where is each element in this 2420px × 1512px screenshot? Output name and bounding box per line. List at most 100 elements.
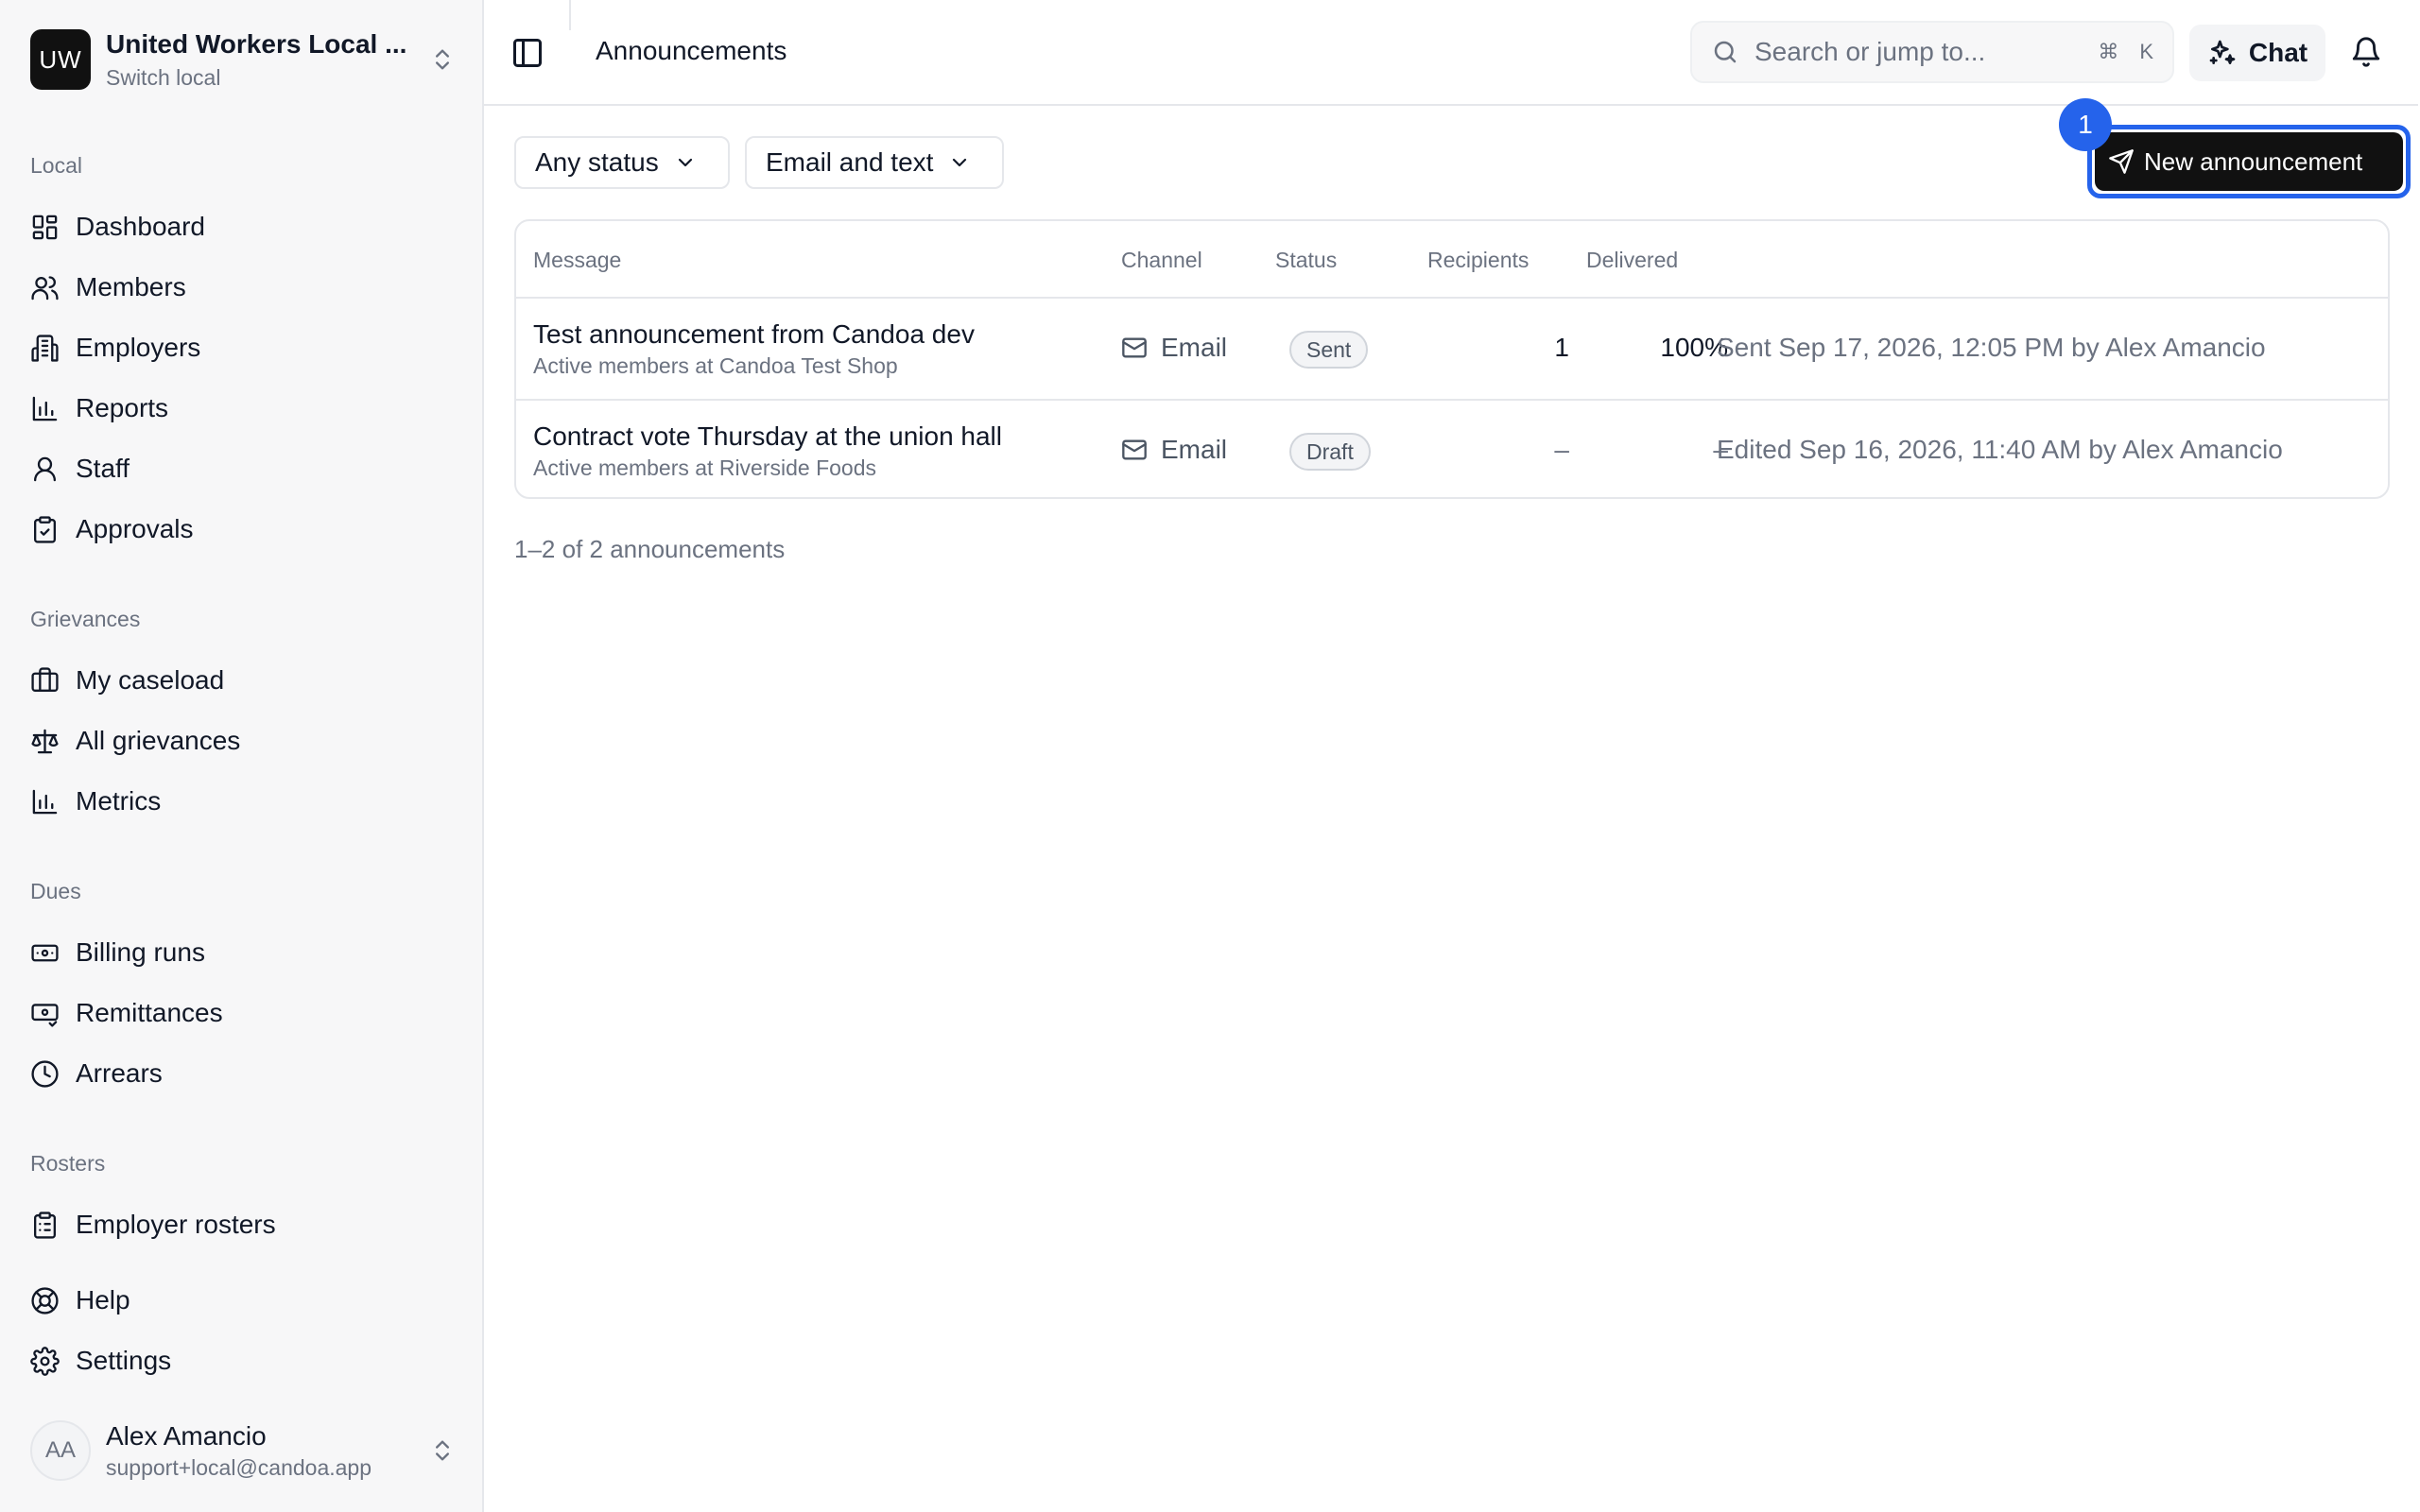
recipients-count: 1 bbox=[1554, 333, 1569, 362]
column-header-delivered[interactable]: Delivered bbox=[1586, 248, 1678, 273]
sparkles-icon bbox=[2209, 40, 2236, 64]
mail-icon bbox=[1122, 439, 1147, 460]
users-icon bbox=[31, 275, 59, 300]
clock-icon bbox=[31, 1059, 59, 1088]
user-menu[interactable]: AA Alex Amancio support+local@candoa.app bbox=[30, 1419, 456, 1482]
building-icon bbox=[31, 334, 59, 362]
sidebar-item-dashboard[interactable]: Dashboard bbox=[30, 203, 446, 250]
column-header-recipients[interactable]: Recipients bbox=[1427, 248, 1529, 273]
divider bbox=[569, 0, 571, 30]
sidebar-item-arrears[interactable]: Arrears bbox=[30, 1050, 446, 1097]
search-input[interactable]: Search or jump to... ⌘ K bbox=[1690, 21, 2174, 83]
sidebar-item-billing-runs[interactable]: Billing runs bbox=[30, 929, 446, 976]
status-filter-value: Any status bbox=[535, 147, 659, 177]
sidebar-item-label: Remittances bbox=[76, 998, 223, 1027]
org-switch-label: Switch local bbox=[106, 64, 221, 90]
column-header-message[interactable]: Message bbox=[533, 248, 621, 273]
sidebar-item-label: Approvals bbox=[76, 514, 194, 543]
sidebar-item-label: Billing runs bbox=[76, 937, 205, 967]
sidebar-item-settings[interactable]: Settings bbox=[30, 1337, 446, 1384]
clipboard-list-icon bbox=[34, 1211, 56, 1239]
sidebar-item-employer-rosters[interactable]: Employer rosters bbox=[30, 1201, 446, 1248]
sidebar-item-all-grievances[interactable]: All grievances bbox=[30, 717, 446, 765]
table-row[interactable]: Contract vote Thursday at the union hall… bbox=[516, 399, 2388, 497]
chevron-up-down-icon bbox=[436, 1440, 449, 1461]
clipboard-check-icon bbox=[34, 515, 56, 543]
sidebar-toggle-icon[interactable] bbox=[510, 36, 544, 70]
sidebar-item-label: Metrics bbox=[76, 786, 162, 816]
sidebar-item-label: Dashboard bbox=[76, 212, 205, 241]
main-content: Announcements Search or jump to... ⌘ K C… bbox=[484, 0, 2420, 1512]
channel-cell: Email bbox=[1121, 333, 1227, 363]
chevron-down-icon bbox=[953, 158, 967, 167]
channel-filter-dropdown[interactable]: Email and text bbox=[745, 136, 1004, 189]
status-badge: Sent bbox=[1289, 331, 1369, 369]
sidebar-item-label: Staff bbox=[76, 454, 130, 483]
status-filter-dropdown[interactable]: Any status bbox=[514, 136, 730, 189]
briefcase-icon bbox=[31, 666, 59, 692]
table-header: Message Channel Status Recipients Delive… bbox=[516, 221, 2388, 299]
banknote-icon bbox=[31, 944, 59, 961]
mail-icon bbox=[1122, 337, 1147, 358]
gear-icon bbox=[30, 1346, 60, 1376]
channel-cell: Email bbox=[1121, 435, 1227, 465]
org-switcher[interactable]: UW United Workers Local ... Switch local bbox=[30, 28, 456, 91]
section-label-local: Local bbox=[30, 153, 82, 178]
bell-icon[interactable] bbox=[2350, 36, 2382, 68]
pagination-summary: 1–2 of 2 announcements bbox=[514, 535, 786, 563]
event-text: Edited Sep 16, 2026, 11:40 AM by Alex Am… bbox=[1717, 435, 2283, 464]
chevron-up-down-icon bbox=[436, 49, 449, 70]
message-audience: Active members at Riverside Foods bbox=[533, 455, 877, 480]
channel-filter-value: Email and text bbox=[766, 147, 934, 177]
sidebar-item-members[interactable]: Members bbox=[30, 264, 446, 311]
sidebar-item-help[interactable]: Help bbox=[30, 1277, 446, 1324]
sidebar-item-label: Employers bbox=[76, 333, 201, 362]
delivered-percent: – bbox=[1713, 435, 1728, 464]
org-logo: UW bbox=[30, 29, 91, 90]
dashboard-icon bbox=[32, 215, 58, 239]
chat-button[interactable]: Chat bbox=[2189, 25, 2325, 81]
channel-label: Email bbox=[1161, 333, 1228, 362]
org-name: United Workers Local ... bbox=[106, 28, 407, 59]
sidebar-item-employers[interactable]: Employers bbox=[30, 324, 446, 371]
event-text: Sent Sep 17, 2026, 12:05 PM by Alex Aman… bbox=[1717, 333, 2266, 362]
section-label-rosters: Rosters bbox=[30, 1151, 106, 1176]
sidebar-item-label: Employer rosters bbox=[76, 1210, 276, 1239]
new-announcement-label: New announcement bbox=[2144, 146, 2363, 176]
sidebar-item-approvals[interactable]: Approvals bbox=[30, 506, 446, 553]
recipients-count: – bbox=[1554, 435, 1569, 464]
chat-button-label: Chat bbox=[2248, 38, 2308, 67]
message-title[interactable]: Contract vote Thursday at the union hall bbox=[533, 421, 1002, 452]
sidebar-item-staff[interactable]: Staff bbox=[30, 445, 446, 492]
sidebar-item-reports[interactable]: Reports bbox=[30, 385, 446, 432]
sidebar-item-label: Reports bbox=[76, 393, 169, 422]
sidebar: UW United Workers Local ... Switch local… bbox=[0, 0, 484, 1512]
column-header-channel[interactable]: Channel bbox=[1121, 248, 1202, 273]
table-row[interactable]: Test announcement from Candoa dev Active… bbox=[516, 299, 2388, 399]
chevron-down-icon bbox=[678, 158, 692, 167]
delivered-percent: 100% bbox=[1660, 333, 1728, 362]
message-title[interactable]: Test announcement from Candoa dev bbox=[533, 319, 975, 350]
sidebar-item-my-caseload[interactable]: My caseload bbox=[30, 657, 446, 704]
sidebar-item-label: Arrears bbox=[76, 1058, 163, 1088]
sidebar-item-label: My caseload bbox=[76, 665, 225, 695]
bar-chart-icon bbox=[32, 789, 58, 814]
sidebar-item-metrics[interactable]: Metrics bbox=[30, 778, 446, 825]
sidebar-item-label: Help bbox=[76, 1285, 130, 1314]
search-placeholder: Search or jump to... bbox=[1754, 37, 1986, 66]
life-buoy-icon bbox=[31, 1286, 59, 1314]
shortcut-cmd: ⌘ bbox=[2098, 40, 2119, 63]
user-icon bbox=[34, 456, 56, 481]
bar-chart-icon bbox=[32, 396, 58, 421]
sidebar-item-remittances[interactable]: Remittances bbox=[30, 989, 446, 1037]
scale-icon bbox=[31, 729, 59, 753]
column-header-status[interactable]: Status bbox=[1275, 248, 1337, 273]
status-badge: Draft bbox=[1289, 433, 1371, 471]
shortcut-key: K bbox=[2139, 40, 2153, 63]
announcements-table: Message Channel Status Recipients Delive… bbox=[514, 219, 2390, 499]
sidebar-item-label: Members bbox=[76, 272, 186, 301]
new-announcement-button[interactable]: New announcement bbox=[2095, 132, 2403, 191]
search-icon bbox=[1714, 41, 1737, 63]
send-icon bbox=[2109, 149, 2134, 174]
user-email: support+local@candoa.app bbox=[106, 1454, 372, 1480]
